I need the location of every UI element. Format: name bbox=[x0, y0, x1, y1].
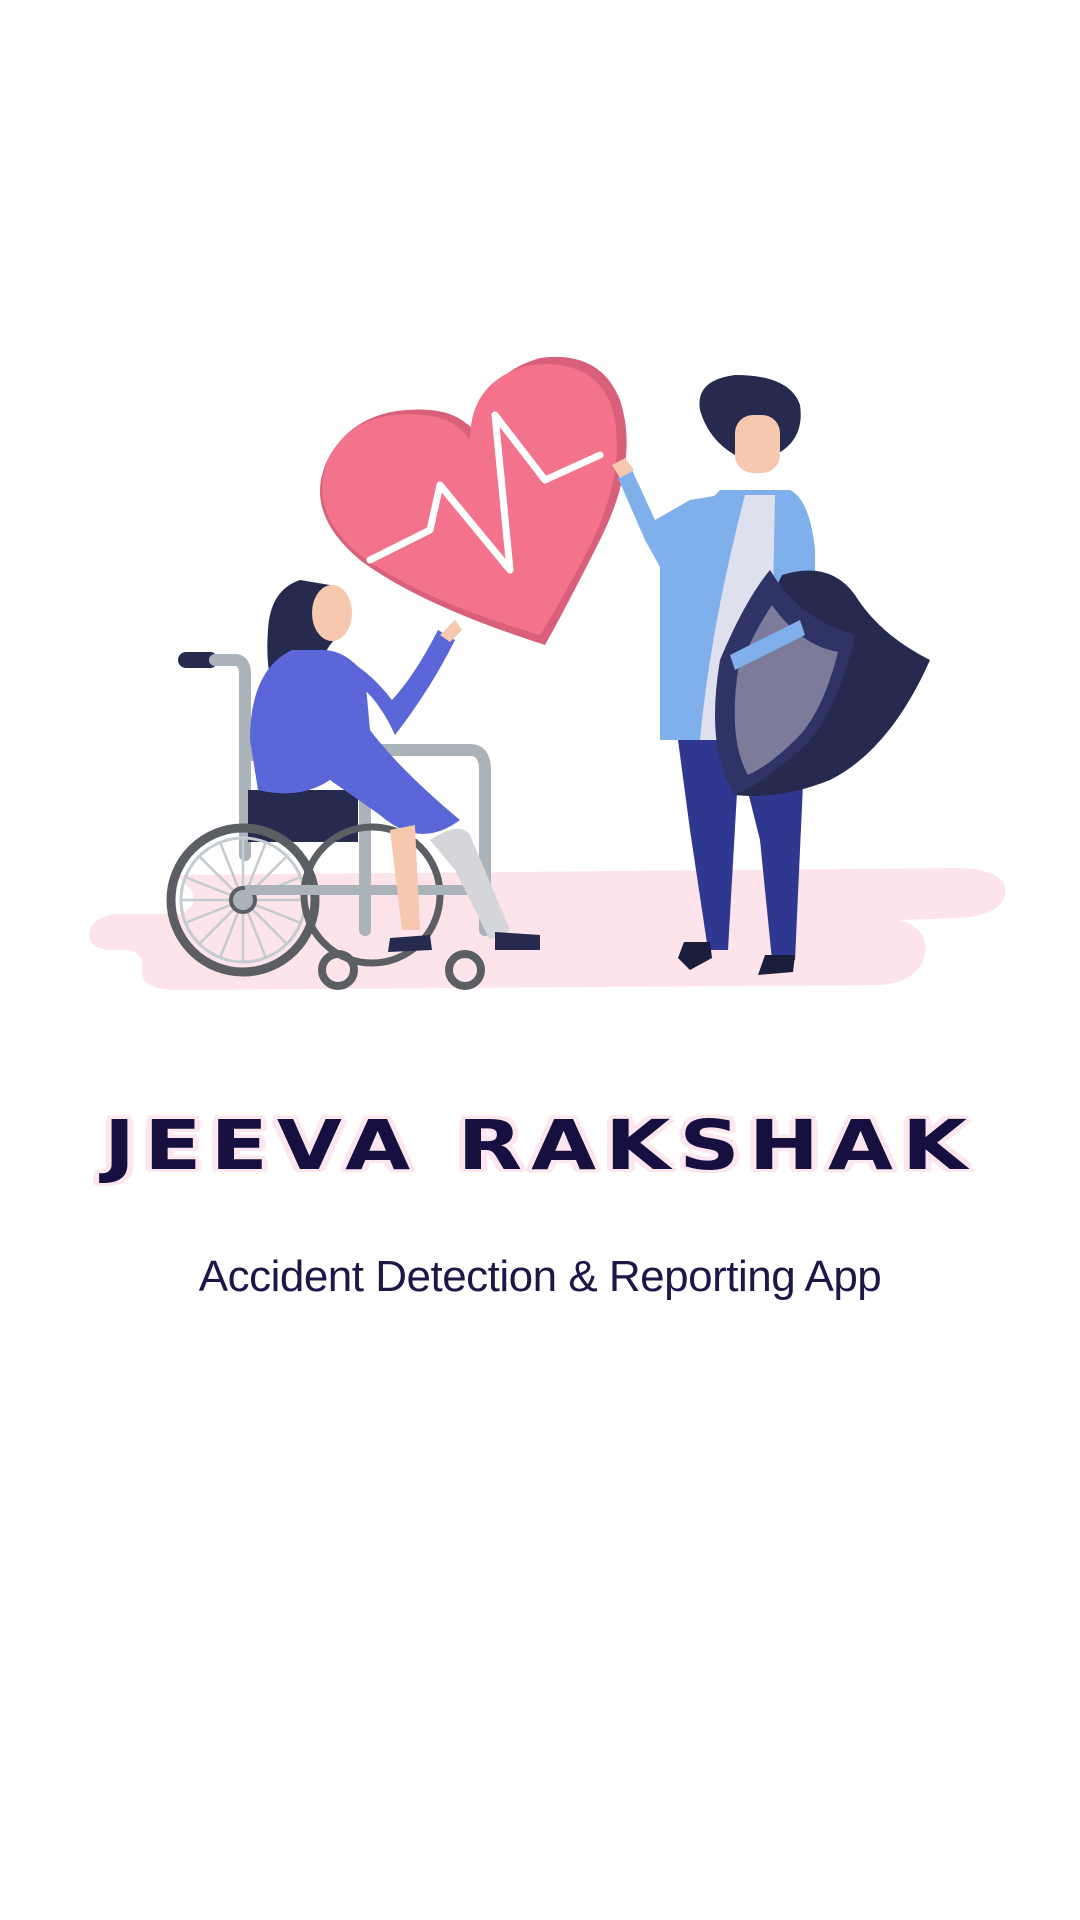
hero-illustration bbox=[0, 330, 1080, 1030]
app-title: JEEVA RAKSHAK bbox=[103, 1105, 977, 1186]
app-subtitle: Accident Detection & Reporting App bbox=[198, 1252, 882, 1301]
shield-icon bbox=[715, 570, 930, 796]
heart-pulse-icon bbox=[320, 356, 627, 645]
splash-screen: JEEVA RAKSHAK Accident Detection & Repor… bbox=[0, 0, 1080, 1920]
